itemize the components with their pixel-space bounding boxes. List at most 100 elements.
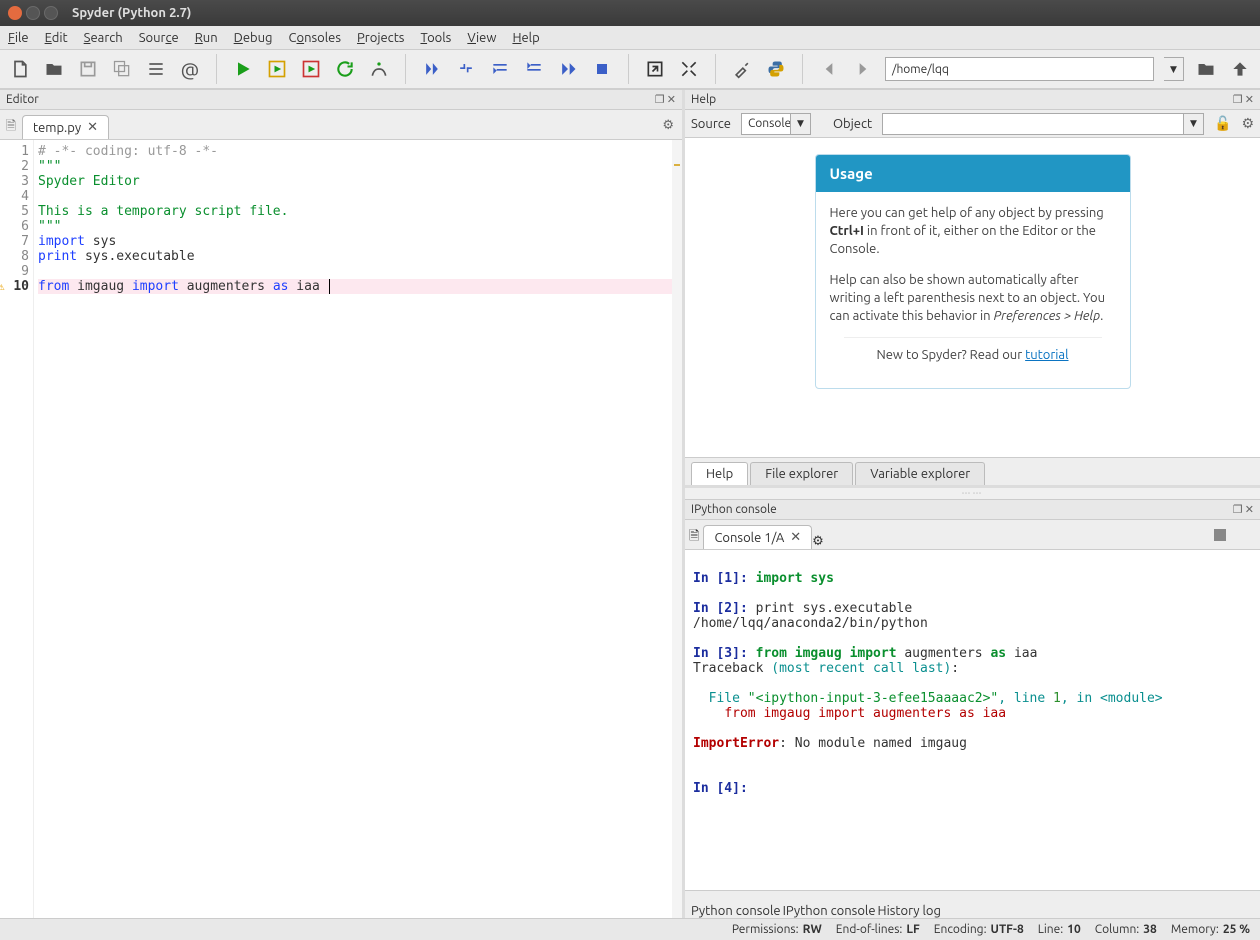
- editor-options-icon[interactable]: ⚙: [662, 118, 674, 133]
- save-icon[interactable]: [76, 57, 100, 81]
- editor-tab-temp[interactable]: temp.py ✕: [22, 115, 109, 139]
- working-dir-dropdown[interactable]: ▼: [1164, 57, 1184, 81]
- window-titlebar: Spyder (Python 2.7): [0, 0, 1260, 26]
- help-object-label: Object: [833, 117, 872, 131]
- console-interrupt-icon[interactable]: [1214, 529, 1226, 541]
- window-close-icon[interactable]: [8, 6, 22, 20]
- console-tabbar: 🗎 Console 1/A ✕ ⚙: [685, 520, 1260, 550]
- tab-variable-explorer[interactable]: Variable explorer: [855, 462, 985, 485]
- status-column: Column:38: [1095, 923, 1157, 936]
- editor-pane: Editor ❐ ✕ 🗎 temp.py ✕ ⚙ 12345678910 # -…: [0, 90, 685, 918]
- ipython-pane-title: IPython console ❐ ✕: [685, 500, 1260, 520]
- help-source-select[interactable]: Console▼: [741, 113, 811, 135]
- tab-browse-icon[interactable]: 🗎: [4, 117, 18, 139]
- rerun-icon[interactable]: [333, 57, 357, 81]
- help-card-p2: Help can also be shown automatically aft…: [830, 271, 1116, 326]
- menu-source[interactable]: Source: [139, 31, 179, 45]
- editor-scrollbar[interactable]: [672, 140, 682, 918]
- list-icon[interactable]: [144, 57, 168, 81]
- help-pane: Help ❐ ✕ Source Console▼ Object ▼ 🔓 ⚙ Us…: [685, 90, 1260, 488]
- nav-forward-icon[interactable]: [851, 57, 875, 81]
- menu-run[interactable]: Run: [195, 31, 218, 45]
- tab-help[interactable]: Help: [691, 462, 748, 485]
- window-minimize-icon[interactable]: [26, 6, 40, 20]
- editor-undock-icon[interactable]: ❐: [655, 93, 665, 106]
- editor-body[interactable]: 12345678910 # -*- coding: utf-8 -*-"""Sp…: [0, 140, 682, 918]
- tab-ipython-console[interactable]: IPython console: [783, 904, 876, 918]
- tab-python-console[interactable]: Python console: [691, 904, 781, 918]
- tab-history-log[interactable]: History log: [878, 904, 942, 918]
- main-toolbar: @ /home/lqq ▼: [0, 50, 1260, 90]
- menu-edit[interactable]: Edit: [45, 31, 68, 45]
- console-tab[interactable]: Console 1/A ✕: [703, 525, 812, 549]
- console-bottom-tabs: Python console IPython console History l…: [685, 890, 1260, 918]
- menu-tools[interactable]: Tools: [420, 31, 451, 45]
- console-options-icon[interactable]: ⚙: [812, 534, 824, 549]
- ipython-pane: IPython console ❐ ✕ 🗎 Console 1/A ✕ ⚙ In…: [685, 499, 1260, 918]
- open-file-icon[interactable]: [42, 57, 66, 81]
- help-card-title: Usage: [816, 155, 1130, 192]
- editor-tab-label: temp.py: [33, 121, 81, 135]
- run-cell-advance-icon[interactable]: [299, 57, 323, 81]
- preferences-icon[interactable]: [730, 57, 754, 81]
- editor-close-icon[interactable]: ✕: [667, 93, 676, 106]
- console-browse-icon[interactable]: 🗎: [689, 527, 699, 549]
- editor-pane-title: Editor ❐ ✕: [0, 90, 682, 110]
- status-eol: End-of-lines:LF: [836, 923, 920, 936]
- statusbar: Permissions:RW End-of-lines:LF Encoding:…: [0, 918, 1260, 940]
- run-cell-icon[interactable]: [265, 57, 289, 81]
- help-card-footer: New to Spyder? Read our tutorial: [844, 337, 1102, 376]
- stop-icon[interactable]: [590, 57, 614, 81]
- debug-continue-icon[interactable]: [420, 57, 444, 81]
- help-tutorial-link[interactable]: tutorial: [1025, 348, 1068, 362]
- window-title: Spyder (Python 2.7): [72, 6, 191, 20]
- menu-projects[interactable]: Projects: [357, 31, 404, 45]
- console-output[interactable]: In [1]: import sys In [2]: print sys.exe…: [685, 550, 1260, 890]
- debug-icon[interactable]: [367, 57, 391, 81]
- help-pane-title: Help ❐ ✕: [685, 90, 1260, 110]
- ipython-close-icon[interactable]: ✕: [1245, 503, 1254, 516]
- help-lock-icon[interactable]: 🔓: [1214, 115, 1231, 132]
- step-over-icon[interactable]: [454, 57, 478, 81]
- editor-tab-close-icon[interactable]: ✕: [87, 120, 98, 135]
- console-tab-label: Console 1/A: [714, 531, 784, 545]
- step-continue-icon[interactable]: [556, 57, 580, 81]
- help-toolbar: Source Console▼ Object ▼ 🔓 ⚙: [685, 110, 1260, 138]
- nav-back-icon[interactable]: [817, 57, 841, 81]
- step-into-icon[interactable]: [488, 57, 512, 81]
- editor-tabbar: 🗎 temp.py ✕ ⚙: [0, 110, 682, 140]
- help-source-label: Source: [691, 117, 731, 131]
- tab-file-explorer[interactable]: File explorer: [750, 462, 853, 485]
- step-out-icon[interactable]: [522, 57, 546, 81]
- run-icon[interactable]: [231, 57, 255, 81]
- window-maximize-icon[interactable]: [44, 6, 58, 20]
- working-dir-input[interactable]: /home/lqq: [885, 57, 1154, 81]
- menu-search[interactable]: Search: [84, 31, 123, 45]
- help-usage-card: Usage Here you can get help of any objec…: [815, 154, 1131, 389]
- status-memory: Memory:25 %: [1171, 923, 1250, 936]
- menubar: File Edit Search Source Run Debug Consol…: [0, 26, 1260, 50]
- help-undock-icon[interactable]: ❐: [1233, 93, 1243, 106]
- browse-dir-icon[interactable]: [1194, 57, 1218, 81]
- ipython-undock-icon[interactable]: ❐: [1233, 503, 1243, 516]
- right-top-tabs: Help File explorer Variable explorer: [685, 457, 1260, 485]
- save-all-icon[interactable]: [110, 57, 134, 81]
- menu-consoles[interactable]: Consoles: [289, 31, 341, 45]
- new-file-icon[interactable]: [8, 57, 32, 81]
- menu-view[interactable]: View: [467, 31, 496, 45]
- menu-help[interactable]: Help: [512, 31, 539, 45]
- fullscreen-icon[interactable]: [677, 57, 701, 81]
- menu-file[interactable]: File: [8, 31, 29, 45]
- splitter-handle[interactable]: ⋯⋯: [685, 488, 1260, 499]
- status-line: Line:10: [1038, 923, 1081, 936]
- help-options-icon[interactable]: ⚙: [1241, 115, 1254, 132]
- python-icon[interactable]: [764, 57, 788, 81]
- help-object-input[interactable]: ▼: [882, 113, 1204, 135]
- help-content: Usage Here you can get help of any objec…: [685, 138, 1260, 457]
- maximize-pane-icon[interactable]: [643, 57, 667, 81]
- console-tab-close-icon[interactable]: ✕: [790, 530, 801, 545]
- parent-dir-icon[interactable]: [1228, 57, 1252, 81]
- menu-debug[interactable]: Debug: [234, 31, 273, 45]
- at-icon[interactable]: @: [178, 57, 202, 81]
- help-close-icon[interactable]: ✕: [1245, 93, 1254, 106]
